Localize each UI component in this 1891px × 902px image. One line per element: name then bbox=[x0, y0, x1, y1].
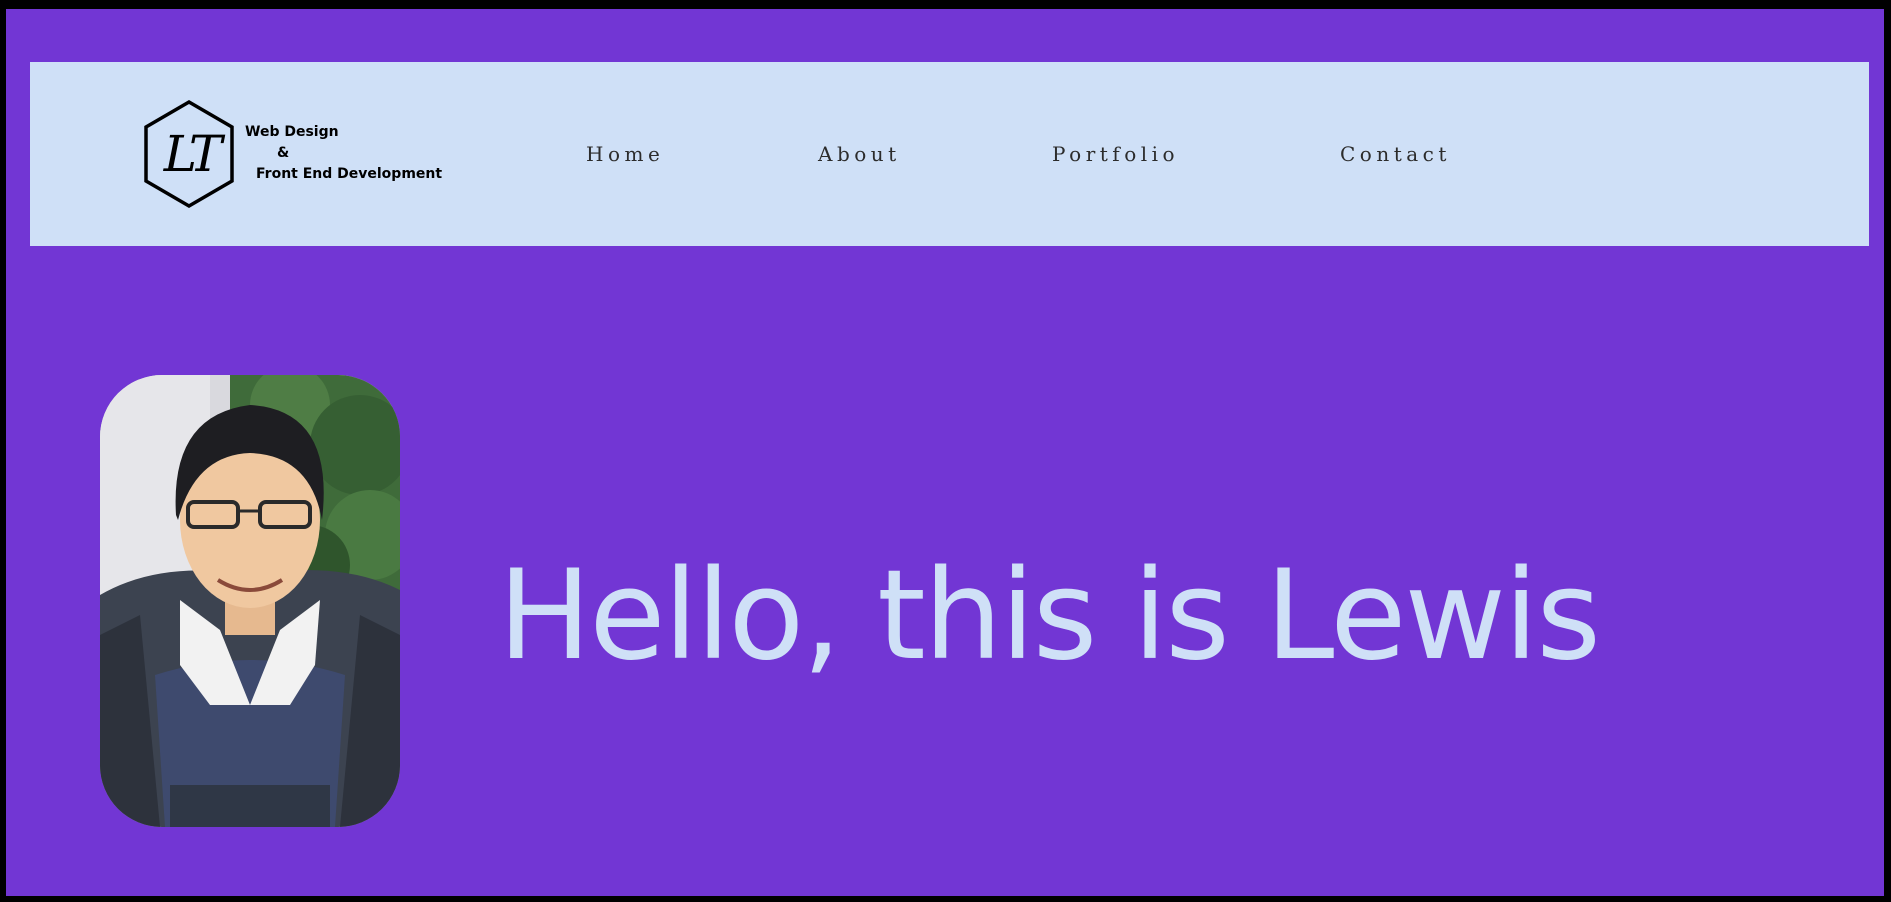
nav-portfolio-link[interactable]: Portfolio bbox=[1052, 142, 1179, 166]
nav-home-link[interactable]: Home bbox=[586, 142, 664, 166]
tagline-line-1: Web Design bbox=[245, 124, 339, 140]
tagline-line-3: Front End Development bbox=[256, 166, 443, 182]
lt-logo-icon[interactable]: LT bbox=[141, 99, 237, 209]
profile-photo bbox=[100, 375, 400, 827]
nav-contact-link[interactable]: Contact bbox=[1340, 142, 1451, 166]
hero-title: Hello, this is Lewis bbox=[498, 544, 1601, 688]
svg-text:LT: LT bbox=[163, 125, 226, 183]
site-header: LT Web Design & Front End Development Ho… bbox=[30, 62, 1869, 246]
logo-tagline: Web Design & Front End Development bbox=[245, 122, 442, 185]
page-background: LT Web Design & Front End Development Ho… bbox=[6, 9, 1884, 896]
nav-about-link[interactable]: About bbox=[818, 142, 901, 166]
tagline-line-2: & bbox=[277, 145, 290, 161]
